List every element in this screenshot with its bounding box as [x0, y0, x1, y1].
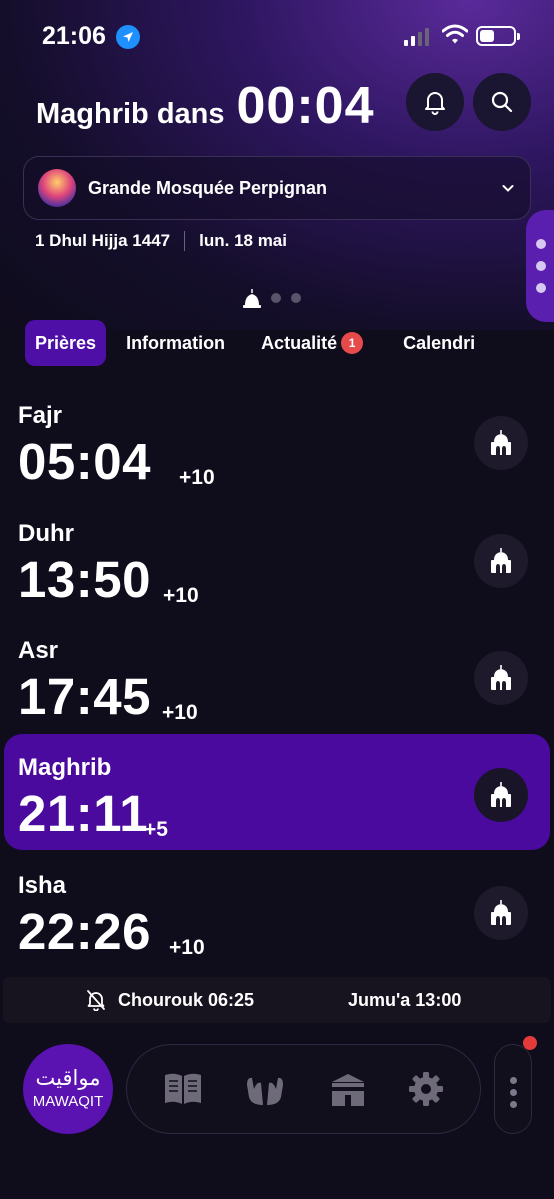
prayer-row-duhr[interactable]: Duhr 13:50 +10 [4, 500, 550, 616]
tab-label: Calendri [403, 332, 476, 353]
next-prayer-countdown: Maghrib dans 00:04 [36, 76, 375, 136]
prayer-alert-button[interactable] [474, 651, 528, 705]
gear-icon[interactable] [408, 1071, 444, 1107]
bell-icon [425, 92, 445, 115]
chevron-down-icon [502, 185, 514, 192]
unread-badge: 1 [341, 332, 364, 354]
status-bar: 21:06 [0, 0, 554, 70]
date-line: 1 Dhul Hijja 1447 lun. 18 mai [35, 231, 287, 251]
location-arrow-icon [116, 25, 140, 49]
tab-label: Actualité [261, 332, 338, 353]
mosque-avatar [38, 169, 76, 207]
page-indicator [243, 288, 301, 308]
page-dot[interactable] [291, 293, 301, 303]
cellular-signal-icon [404, 26, 429, 46]
logo-latin: MAWAQIT [32, 1093, 104, 1110]
mosque-icon [491, 900, 511, 925]
prayer-name: Fajr [18, 402, 63, 429]
mosque-dome-icon [243, 289, 261, 308]
iqama-offset: +10 [162, 701, 198, 724]
prayer-row-asr[interactable]: Asr 17:45 +10 [4, 617, 550, 733]
prayer-row-maghrib[interactable]: Maghrib 21:11 +5 [4, 734, 550, 850]
section-tabs: Prières Information Actualité 1 Calendri [25, 320, 485, 366]
tab-calendrier[interactable]: Calendri [393, 320, 485, 366]
hijri-date: 1 Dhul Hijja 1447 [35, 231, 171, 250]
prayer-alert-button[interactable] [474, 416, 528, 470]
prayer-alert-button[interactable] [474, 768, 528, 822]
shuruq-time: Chourouk 06:25 [118, 990, 255, 1010]
notifications-button[interactable] [406, 73, 464, 131]
quran-icon[interactable] [163, 1071, 203, 1107]
prayer-time: 17:45 [18, 668, 151, 725]
prayer-time: 21:11 [18, 785, 149, 842]
wifi-icon [441, 24, 469, 51]
mosque-icon [491, 665, 511, 690]
mosque-name: Grande Mosquée Perpignan [88, 177, 328, 198]
countdown-value: 00:04 [236, 77, 375, 135]
tab-prieres[interactable]: Prières [25, 320, 107, 366]
nav-icon-group [126, 1044, 481, 1134]
tab-label: Prières [35, 332, 97, 353]
shuruq-jumua-bar: Chourouk 06:25 Jumu'a 13:00 [3, 977, 551, 1023]
mawaqit-logo-button[interactable]: مواقيت MAWAQIT [23, 1044, 113, 1134]
dua-hands-icon[interactable] [243, 1071, 287, 1107]
battery-icon [476, 26, 520, 46]
mosque-icon [491, 782, 511, 807]
countdown-label: Maghrib dans [36, 98, 225, 130]
gregorian-date: lun. 18 mai [199, 231, 287, 250]
bottom-navigation: مواقيت MAWAQIT [0, 1036, 554, 1140]
prayer-time: 22:26 [18, 903, 151, 960]
iqama-offset: +5 [144, 818, 168, 841]
prayer-alert-button[interactable] [474, 886, 528, 940]
mosque-selector[interactable]: Grande Mosquée Perpignan [23, 156, 531, 220]
tab-label: Information [126, 332, 226, 353]
bell-off-icon [87, 990, 105, 1011]
page-dot[interactable] [271, 293, 281, 303]
more-menu-button[interactable] [494, 1044, 532, 1134]
prayer-name: Maghrib [18, 754, 112, 781]
jumua-time: Jumu'a 13:00 [348, 990, 462, 1010]
mosque-icon [491, 430, 511, 455]
side-menu-handle[interactable] [526, 210, 554, 322]
iqama-offset: +10 [179, 466, 215, 489]
iqama-offset: +10 [163, 584, 199, 607]
search-button[interactable] [473, 73, 531, 131]
logo-arabic: مواقيت [35, 1066, 101, 1090]
prayer-name: Duhr [18, 520, 74, 547]
status-time: 21:06 [42, 22, 106, 50]
prayer-time: 05:04 [18, 433, 151, 490]
iqama-offset: +10 [169, 936, 205, 959]
date-divider [184, 231, 186, 251]
tab-information[interactable]: Information [116, 320, 235, 366]
prayer-name: Isha [18, 872, 67, 899]
prayer-time: 13:50 [18, 551, 151, 608]
mosque-icon [491, 548, 511, 573]
prayer-name: Asr [18, 637, 59, 664]
prayer-row-fajr[interactable]: Fajr 05:04 +10 [4, 382, 550, 498]
tab-actualite[interactable]: Actualité 1 [251, 320, 373, 366]
prayer-alert-button[interactable] [474, 534, 528, 588]
notification-dot [523, 1036, 537, 1050]
prayer-row-isha[interactable]: Isha 22:26 +10 [4, 852, 550, 968]
search-icon [491, 91, 513, 113]
kaaba-icon[interactable] [328, 1070, 368, 1108]
